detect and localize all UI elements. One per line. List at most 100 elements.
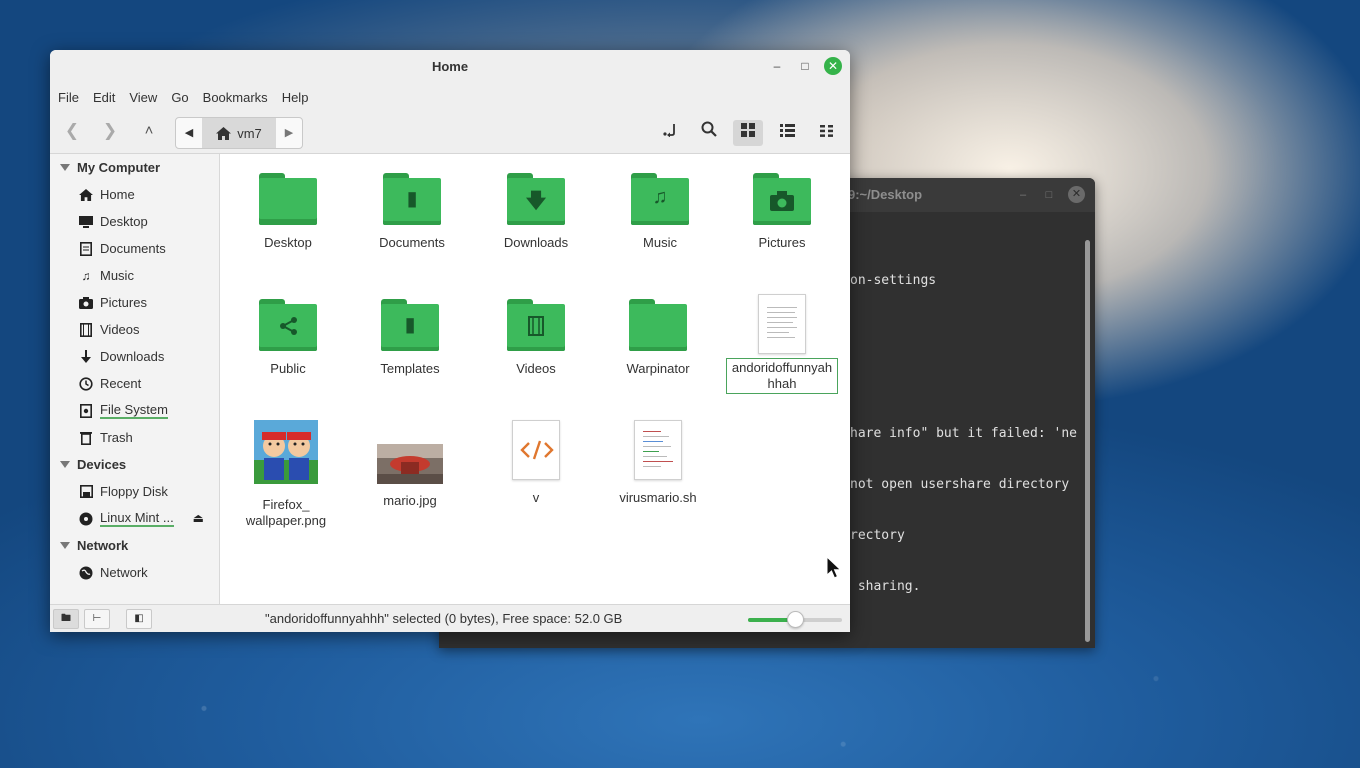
file-item-videos[interactable]: Videos: [478, 299, 594, 377]
sidebar-item-network[interactable]: Network: [50, 559, 219, 586]
pictures-folder-icon: [753, 173, 811, 225]
statusbar: 🖿 ⊢ ◧ "andoridoffunnyahhh" selected (0 b…: [50, 604, 850, 632]
expander-icon[interactable]: [60, 542, 70, 549]
templates-folder-icon: ▮: [381, 299, 439, 351]
show-treeview-button[interactable]: ⊢: [84, 609, 110, 629]
file-item-templates[interactable]: ▮ Templates: [352, 299, 468, 377]
toggle-sidebar-button[interactable]: ◧: [126, 609, 152, 629]
trash-icon: [79, 431, 93, 445]
file-label: Firefox_ wallpaper.png: [245, 497, 327, 528]
menu-file[interactable]: File: [58, 90, 79, 105]
folder-icon: [629, 299, 687, 351]
file-item-desktop[interactable]: Desktop: [230, 173, 346, 251]
search-icon[interactable]: [694, 120, 724, 146]
menu-help[interactable]: Help: [282, 90, 309, 105]
toggle-location-icon[interactable]: [655, 120, 685, 146]
terminal-line: not open usershare directory: [850, 477, 1070, 492]
back-icon[interactable]: ❮: [60, 120, 84, 144]
music-icon: ♫: [81, 268, 91, 283]
zoom-slider[interactable]: [748, 611, 842, 628]
folder-icon: [259, 173, 317, 225]
terminal-close-button[interactable]: ✕: [1068, 186, 1085, 203]
downloads-icon: [79, 349, 93, 364]
terminal-maximize-button[interactable]: □: [1042, 188, 1056, 202]
show-places-button[interactable]: 🖿: [53, 609, 79, 629]
sidebar-section-network[interactable]: Network: [50, 532, 219, 559]
path-left-arrow-icon[interactable]: ◀: [176, 118, 202, 148]
html-file-icon: [512, 420, 560, 480]
filesystem-icon: [79, 403, 93, 418]
terminal-line: on-settings: [850, 273, 937, 288]
sidebar-item-desktop[interactable]: Desktop: [50, 208, 219, 235]
titlebar[interactable]: Home – □ ✕: [50, 50, 850, 84]
icon-view-icon[interactable]: [733, 120, 763, 146]
sidebar-section-my-computer[interactable]: My Computer: [50, 154, 219, 181]
zoom-slider-handle[interactable]: [787, 611, 804, 628]
terminal-output: on-settings hare info" but it failed: 'n…: [850, 238, 1090, 629]
file-view[interactable]: Desktop ▮ Documents 🡇 Downloads ♫ Music …: [220, 154, 850, 604]
eject-icon[interactable]: ⏏: [193, 511, 204, 525]
sidebar-section-devices[interactable]: Devices: [50, 451, 219, 478]
image-thumbnail-icon: [254, 420, 318, 484]
expander-icon[interactable]: [60, 461, 70, 468]
rename-input[interactable]: andoridoffunnyahhhah: [726, 358, 838, 394]
file-item-downloads[interactable]: 🡇 Downloads: [478, 173, 594, 251]
videos-folder-icon: [507, 299, 565, 351]
recent-icon: [79, 376, 93, 391]
script-file-icon: [634, 420, 682, 480]
breadcrumb-home[interactable]: vm7: [202, 118, 276, 148]
documents-icon: [79, 241, 93, 256]
sidebar-item-file-system[interactable]: File System: [50, 397, 219, 424]
menu-view[interactable]: View: [129, 90, 157, 105]
floppy-icon: [79, 485, 93, 499]
sidebar-item-home[interactable]: Home: [50, 181, 219, 208]
terminal-scrollbar[interactable]: [1085, 240, 1090, 642]
menubar: File Edit View Go Bookmarks Help: [50, 84, 850, 110]
sidebar-item-downloads[interactable]: Downloads: [50, 343, 219, 370]
sidebar-item-trash[interactable]: Trash: [50, 424, 219, 451]
close-button[interactable]: ✕: [824, 57, 842, 75]
file-item-firefox-wallpaper[interactable]: Firefox_ wallpaper.png: [228, 420, 344, 529]
terminal-line: sharing.: [850, 579, 921, 594]
downloads-folder-icon: 🡇: [507, 173, 565, 225]
compact-view-icon[interactable]: [811, 120, 841, 146]
sidebar-item-linux-mint[interactable]: Linux Mint ... ⏏: [50, 505, 219, 532]
terminal-line: hare info" but it failed: 'ne: [850, 426, 1077, 441]
expander-icon[interactable]: [60, 164, 70, 171]
document-icon: [758, 294, 806, 354]
forward-icon[interactable]: ❯: [98, 120, 122, 144]
file-item-warpinator[interactable]: Warpinator: [600, 299, 716, 377]
sidebar-item-documents[interactable]: Documents: [50, 235, 219, 262]
list-view-icon[interactable]: [772, 120, 802, 146]
public-folder-icon: [259, 299, 317, 351]
file-item-mario-jpg[interactable]: mario.jpg: [352, 444, 468, 509]
breadcrumb-label: vm7: [237, 125, 262, 141]
home-icon: [79, 188, 93, 202]
file-item-public[interactable]: Public: [230, 299, 346, 377]
file-manager-window[interactable]: Home – □ ✕ File Edit View Go Bookmarks H…: [50, 50, 850, 632]
videos-icon: [79, 322, 93, 337]
path-right-arrow-icon[interactable]: ▶: [276, 118, 302, 148]
terminal-title: 9:~/Desktop: [848, 187, 923, 202]
path-bar: ◀ vm7 ▶: [175, 117, 303, 149]
up-icon[interactable]: ˄: [137, 120, 161, 144]
sidebar-item-pictures[interactable]: Pictures: [50, 289, 219, 316]
terminal-line: rectory: [850, 528, 905, 543]
sidebar-item-recent[interactable]: Recent: [50, 370, 219, 397]
file-item-music[interactable]: ♫ Music: [602, 173, 718, 251]
sidebar-item-floppy-disk[interactable]: Floppy Disk: [50, 478, 219, 505]
sidebar: My Computer Home Desktop Documents ♫ Musi…: [50, 154, 220, 604]
file-item-rename[interactable]: andoridoffunnyahhhah: [724, 294, 840, 394]
file-item-documents[interactable]: ▮ Documents: [354, 173, 470, 251]
sidebar-item-videos[interactable]: Videos: [50, 316, 219, 343]
file-item-v[interactable]: v: [478, 420, 594, 506]
maximize-button[interactable]: □: [796, 57, 814, 75]
sidebar-item-music[interactable]: ♫ Music: [50, 262, 219, 289]
file-item-pictures[interactable]: Pictures: [724, 173, 840, 251]
menu-bookmarks[interactable]: Bookmarks: [203, 90, 268, 105]
menu-go[interactable]: Go: [171, 90, 188, 105]
minimize-button[interactable]: –: [768, 57, 786, 75]
terminal-minimize-button[interactable]: –: [1016, 188, 1030, 202]
file-item-virusmario-sh[interactable]: virusmario.sh: [600, 420, 716, 506]
menu-edit[interactable]: Edit: [93, 90, 115, 105]
